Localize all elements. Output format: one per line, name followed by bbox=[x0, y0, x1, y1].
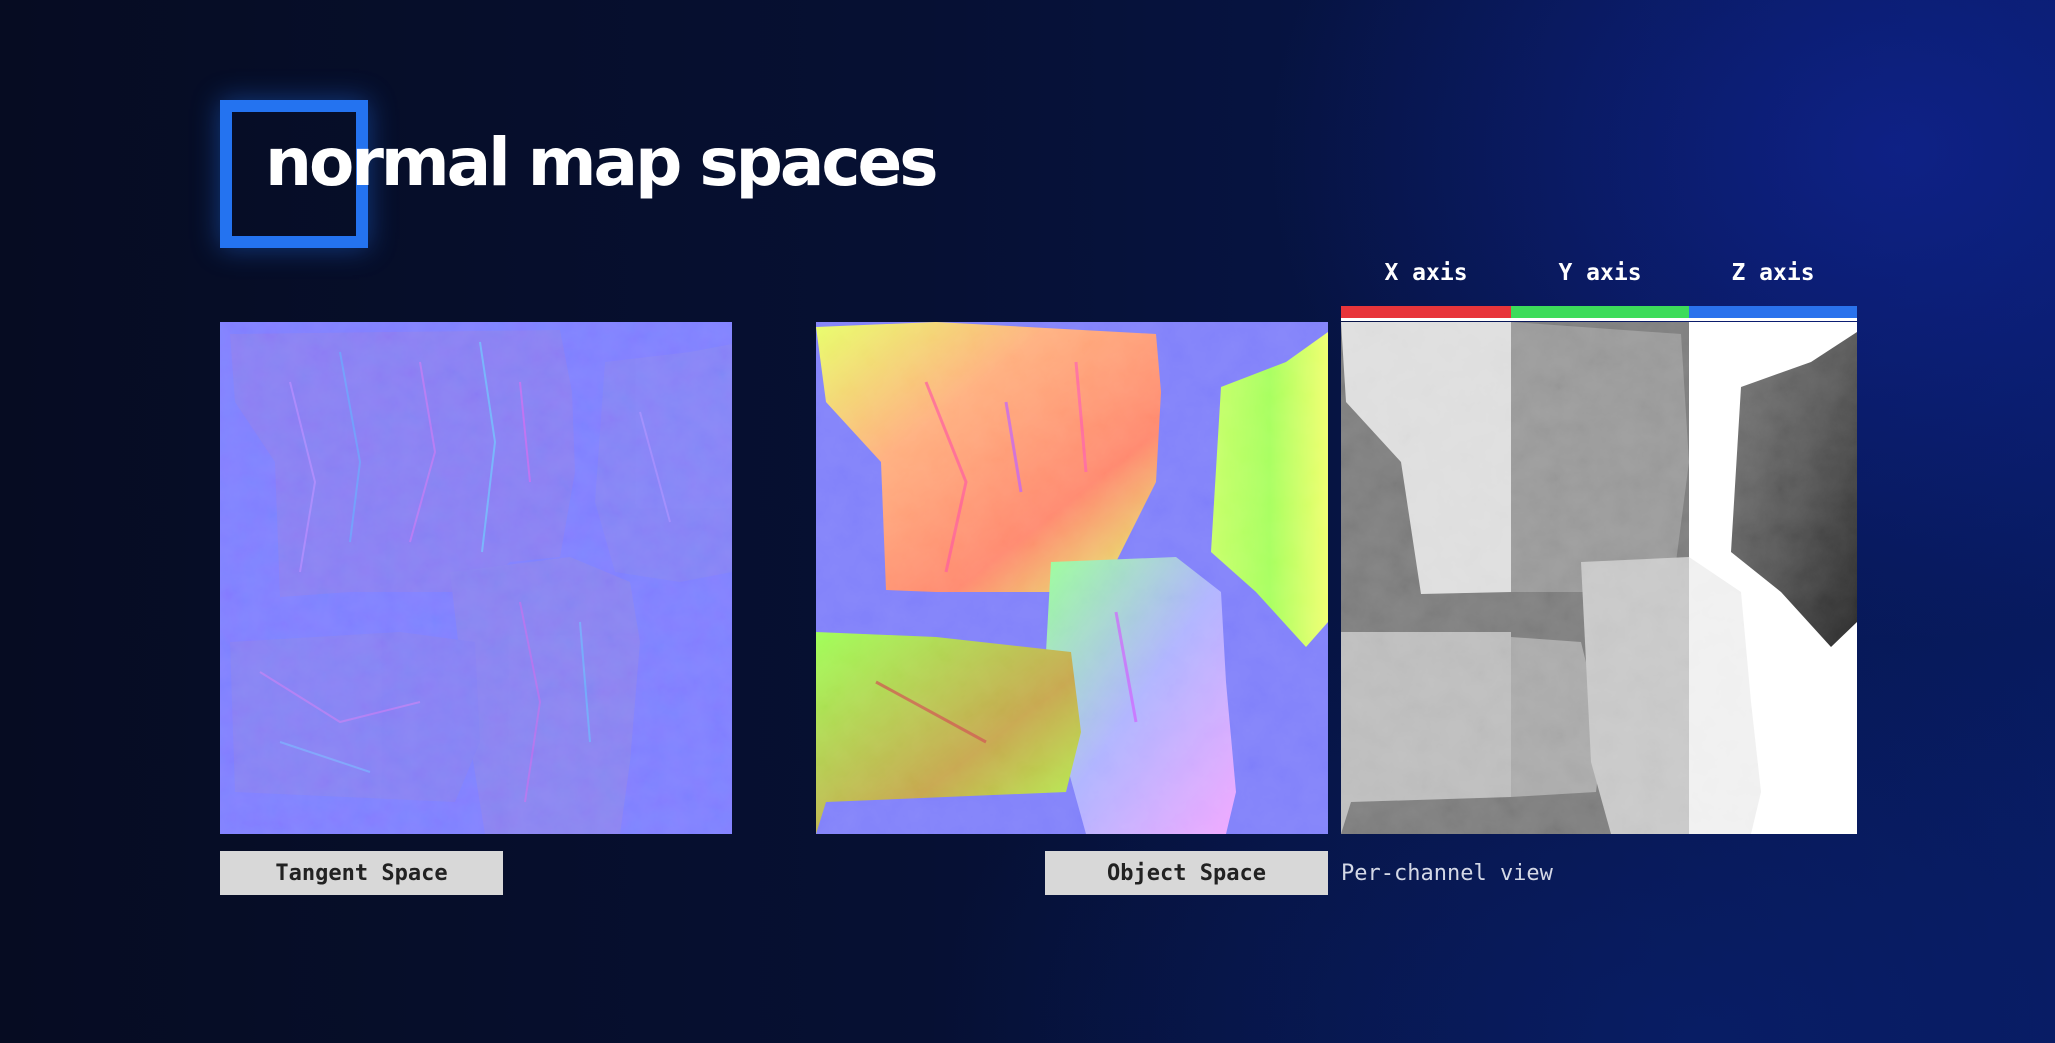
x-axis-label: X axis bbox=[1384, 260, 1468, 286]
x-axis-color-bar bbox=[1341, 306, 1511, 318]
tangent-space-caption: Tangent Space bbox=[220, 851, 503, 895]
y-axis-label: Y axis bbox=[1558, 260, 1642, 286]
axis-underline bbox=[1341, 318, 1857, 321]
y-axis-color-bar bbox=[1511, 306, 1689, 318]
z-axis-label: Z axis bbox=[1731, 260, 1815, 286]
page-title: normal map spaces bbox=[265, 124, 939, 201]
object-space-caption: Object Space bbox=[1045, 851, 1328, 895]
per-channel-view-image bbox=[1341, 322, 1857, 834]
per-channel-view-caption: Per-channel view bbox=[1341, 860, 1553, 886]
tangent-space-normal-map bbox=[220, 322, 732, 834]
object-space-normal-map bbox=[816, 322, 1328, 834]
z-axis-color-bar bbox=[1689, 306, 1857, 318]
